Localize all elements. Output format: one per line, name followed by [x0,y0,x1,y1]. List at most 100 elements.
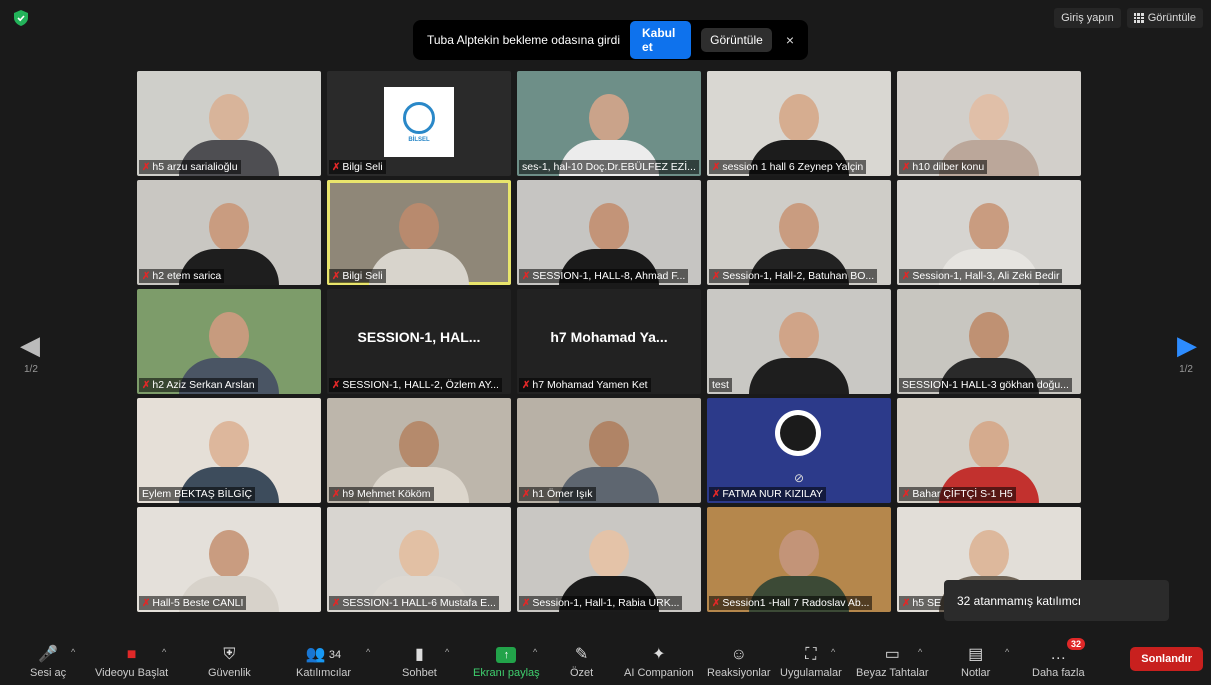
mic-muted-icon: ✗ [332,379,341,391]
participant-tile[interactable]: ✗ Hall-5 Beste CANLI [137,507,321,612]
mic-muted-icon: ✗ [902,161,911,173]
participant-name-label: ✗ h5 SE [899,596,944,610]
logo-text: BİLSEL [408,136,430,143]
security-button[interactable]: ⛨ Güvenlik [208,645,251,679]
waiting-room-notification: Tuba Alptekin bekleme odasına girdi Kabu… [413,20,808,60]
meeting-toolbar: 🎤 Sesi aç ^ ■ Videoyu Başlat ^ ⛨ Güvenli… [0,637,1211,685]
participant-name-label: ✗ h10 dilber konu [899,160,988,174]
unmute-button[interactable]: 🎤 Sesi aç [30,645,66,679]
notes-button[interactable]: ▤ Notlar [961,645,990,679]
participants-button[interactable]: 👥 34 Katılımcılar [296,645,351,679]
participant-tile[interactable]: ✗ Session-1, Hall-1, Rabia URK... [517,507,701,612]
end-meeting-button[interactable]: Sonlandır [1130,647,1203,671]
participant-name-label: ✗ h9 Mehmet Kököm [329,487,434,501]
summary-button[interactable]: ✎ Özet [570,645,593,679]
participant-tile[interactable]: test [707,289,891,394]
participants-count: 34 [328,649,342,661]
chat-options-caret[interactable]: ^ [445,647,449,657]
participant-name-label: ✗ h5 arzu sarialioğlu [139,160,241,174]
admit-button[interactable]: Kabul et [630,21,692,59]
participant-name: Session-1, Hall-1, Rabia URK... [532,597,680,609]
participant-name-label: ✗ Session-1, Hall-1, Rabia URK... [519,596,683,610]
participant-name-label: ✗ Session-1, Hall-2, Batuhan BO... [709,269,878,283]
participant-name: h10 dilber konu [912,161,985,173]
participant-tile[interactable]: Eylem BEKTAŞ BİLGİÇ [137,398,321,503]
notes-options-caret[interactable]: ^ [1005,647,1009,657]
participant-tile[interactable]: ✗ SESSION-1 HALL-6 Mustafa E... [327,507,511,612]
page-indicator-right: 1/2 [1179,364,1193,375]
participant-name-label: ✗ h2 etem sarica [139,269,225,283]
share-screen-button[interactable]: ↑ Ekranı paylaş [473,645,540,679]
camera-off-icon: ⊘ [794,471,805,485]
participant-tile[interactable]: SESSION-1, HAL... ✗ SESSION-1, HALL-2, Özl… [327,289,511,394]
participant-name: Bilgi Seli [342,270,383,282]
grid-icon [1133,13,1144,23]
mic-muted-icon: ✗ [142,270,151,282]
smiley-icon: ☺ [730,646,747,663]
participant-tile[interactable]: ses-1, hal-10 Doç.Dr.EBÜLFEZ EZİ... [517,71,701,176]
whiteboards-options-caret[interactable]: ^ [918,647,922,657]
mic-muted-icon: ✗ [712,488,721,500]
participant-tile[interactable]: ✗ Session-1, Hall-2, Batuhan BO... [707,180,891,285]
participant-tile[interactable]: ✗ h2 Aziz Serkan Arslan [137,289,321,394]
participant-tile[interactable]: ✗ session 1 hall 6 Zeynep Yalçin [707,71,891,176]
participant-tile[interactable]: ✗ h1 Ömer Işık [517,398,701,503]
close-icon[interactable]: × [786,32,794,48]
participant-name: h5 SE [912,597,941,609]
participant-tile[interactable]: ✗ Session1 -Hall 7 Radoslav Ab... [707,507,891,612]
previous-page-icon[interactable]: ◀ [20,330,40,361]
apps-icon: ⛶ [805,646,817,663]
next-page-icon[interactable]: ▶ [1177,330,1197,361]
participant-name: FATMA NUR KIZILAY [722,488,823,500]
notification-text: Tuba Alptekin bekleme odasına girdi [427,33,621,47]
participant-name-label: ses-1, hal-10 Doç.Dr.EBÜLFEZ EZİ... [519,160,699,174]
mic-muted-icon: ✗ [902,488,911,500]
mic-muted-icon: ✗ [142,379,151,391]
mic-muted-icon: 🎤 [38,646,58,663]
participant-tile[interactable]: ✗ h5 arzu sarialioğlu [137,71,321,176]
chat-button[interactable]: ▮ Sohbet [402,645,437,679]
participant-tile[interactable]: ✗ Session-1, Hall-3, Ali Zeki Bedir [897,180,1081,285]
apps-options-caret[interactable]: ^ [831,647,835,657]
participant-name: Hall-5 Beste CANLI [152,597,244,609]
participant-name: SESSION-1, HALL-2, Özlem AY... [342,379,499,391]
participant-tile[interactable]: ✗ h9 Mehmet Kököm [327,398,511,503]
participant-name: h7 Mohamad Yamen Ket [532,379,648,391]
reactions-button[interactable]: ☺ Reaksiyonlar [707,645,771,679]
participant-tile[interactable]: h7 Mohamad Ya... ✗ h7 Mohamad Yamen Ket [517,289,701,394]
mic-muted-icon: ✗ [522,597,531,609]
view-button[interactable]: Görüntüle [1126,8,1203,28]
participant-tile[interactable]: ✗ Bilgi Seli [327,180,511,285]
participant-tile[interactable]: ✗ h2 etem sarica [137,180,321,285]
participant-name: SESSION-1, HALL-8, Ahmad F... [532,270,686,282]
security-shield-icon [14,10,28,26]
participant-tile[interactable]: ✗ h10 dilber konu [897,71,1081,176]
audio-options-caret[interactable]: ^ [71,647,75,657]
participant-name-label: test [709,378,732,392]
mic-muted-icon: ✗ [142,597,151,609]
participant-name-label: ✗ SESSION-1 HALL-6 Mustafa E... [329,596,499,610]
participant-tile[interactable]: ✗ Bahar ÇİFTÇİ S-1 H5 [897,398,1081,503]
participant-tile[interactable]: ✗ SESSION-1, HALL-8, Ahmad F... [517,180,701,285]
participant-name: session 1 hall 6 Zeynep Yalçin [722,161,864,173]
share-options-caret[interactable]: ^ [533,647,537,657]
participant-name-label: ✗ Hall-5 Beste CANLI [139,596,247,610]
participants-options-caret[interactable]: ^ [366,647,370,657]
summary-icon: ✎ [574,646,589,663]
start-video-button[interactable]: ■ Videoyu Başlat [95,645,168,679]
shield-icon: ⛨ [223,646,236,663]
ai-companion-button[interactable]: ✦ AI Companion [624,645,694,679]
video-off-icon: ■ [126,646,137,663]
mic-muted-icon: ✗ [712,597,721,609]
participant-name-label: ✗ Session1 -Hall 7 Radoslav Ab... [709,596,873,610]
more-dots-icon: … [1050,646,1067,663]
view-waiting-button[interactable]: Görüntüle [701,28,772,52]
participant-tile[interactable]: BİLSEL ✗ Bilgi Seli [327,71,511,176]
participant-tile[interactable]: ⊘ ✗ FATMA NUR KIZILAY [707,398,891,503]
participant-tile[interactable]: SESSION-1 HALL-3 gökhan doğu... [897,289,1081,394]
sign-in-button[interactable]: Giriş yapın [1054,8,1121,28]
video-options-caret[interactable]: ^ [162,647,166,657]
more-button[interactable]: … Daha fazla [1032,645,1085,679]
more-badge: 32 [1067,638,1086,650]
mic-muted-icon: ✗ [332,597,341,609]
